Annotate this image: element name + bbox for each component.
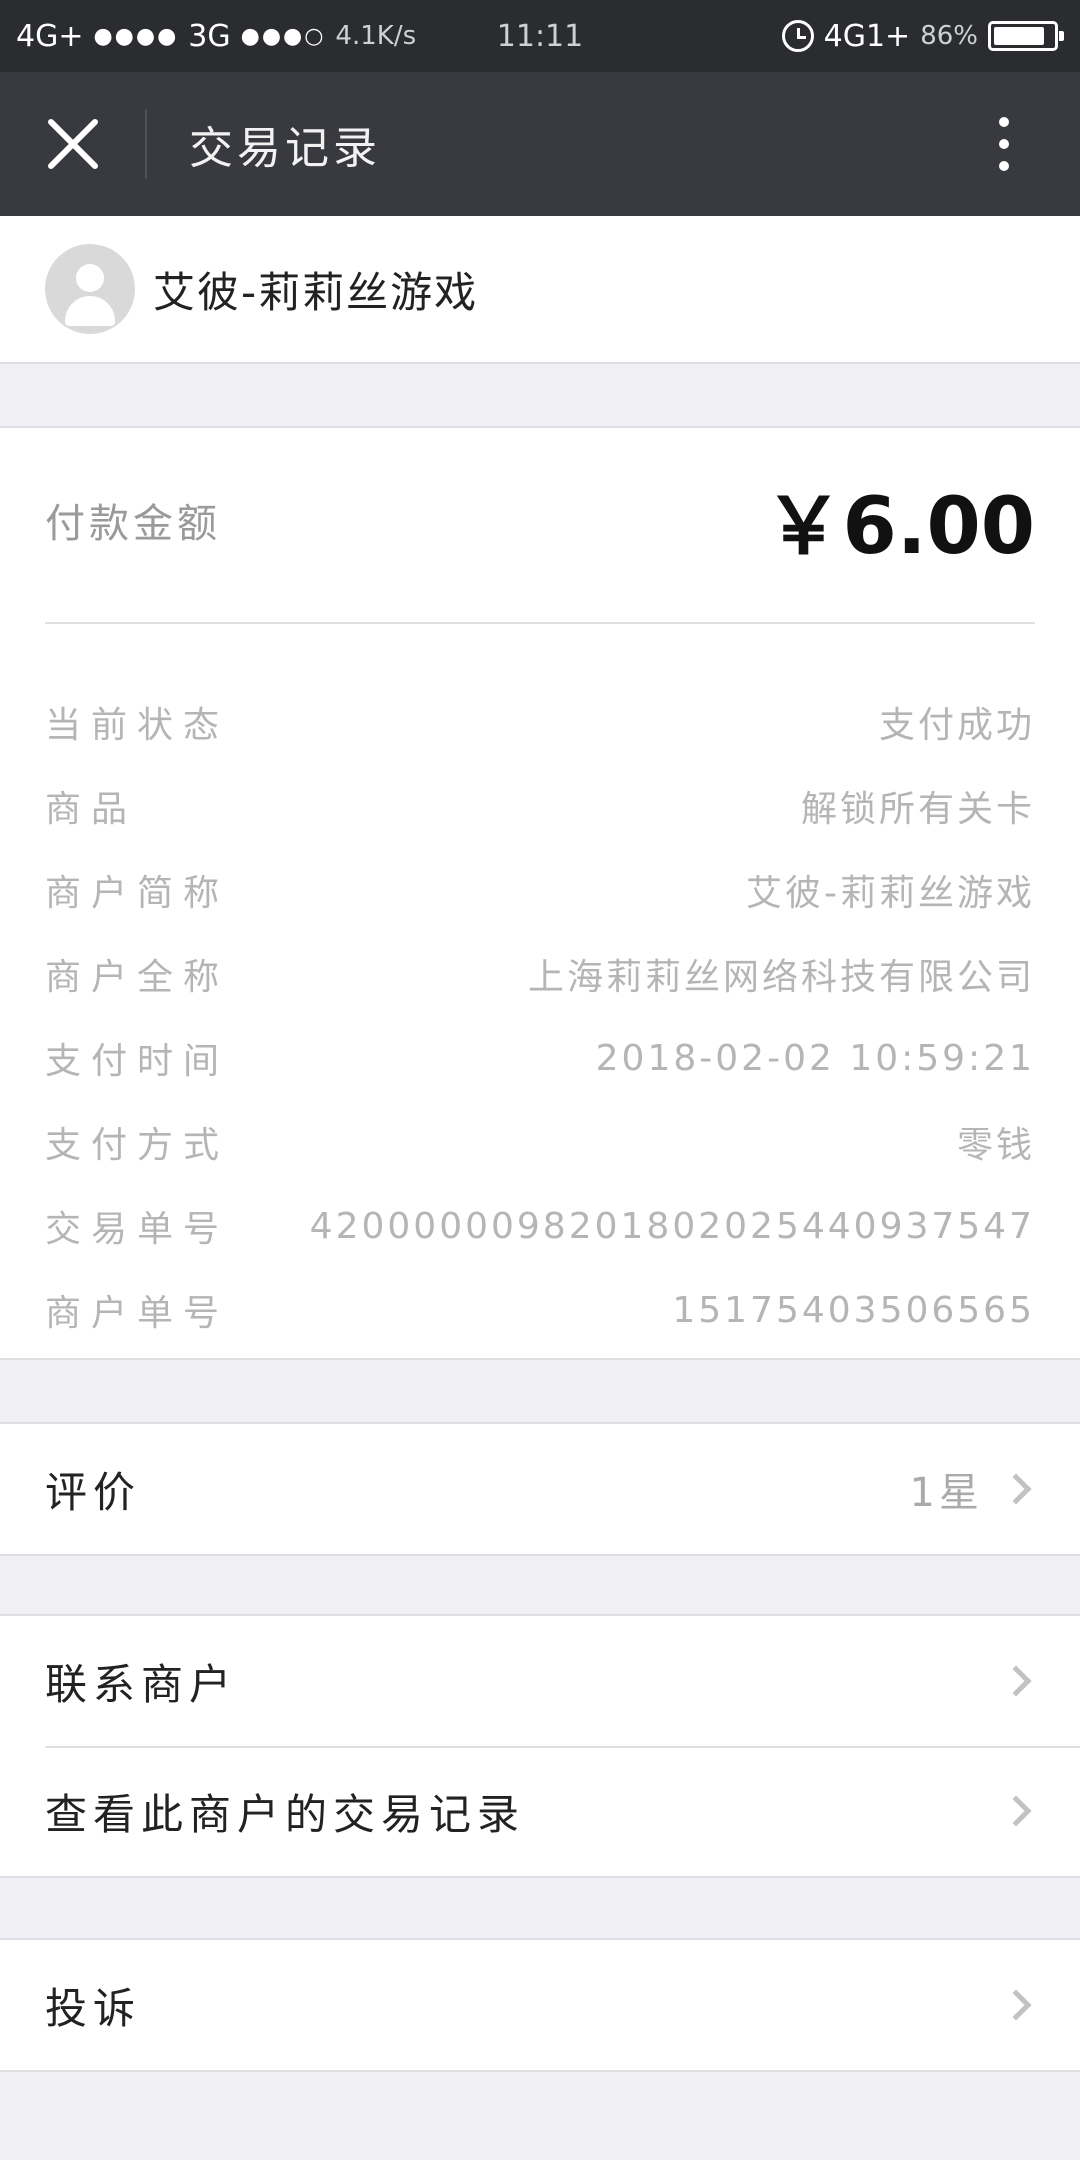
avatar-head <box>76 264 104 292</box>
transaction-detail-card: 付款金额 ￥6.00 当前状态 支付成功 商品 解锁所有关卡 商户简称 艾彼-莉… <box>0 426 1080 1360</box>
rating-value: 1星 <box>909 1470 983 1516</box>
detail-value: 2018-02-02 10:59:21 <box>595 1037 1035 1079</box>
network-type-right: 4G1+ <box>823 18 911 54</box>
detail-value: 艾彼-莉莉丝游戏 <box>746 873 1035 914</box>
detail-label: 支付方式 <box>45 1125 230 1166</box>
rating-label: 评价 <box>45 1467 142 1517</box>
detail-row: 商户简称 艾彼-莉莉丝游戏 <box>45 848 1035 932</box>
signal-strength-mid: ●●●○ <box>240 23 326 49</box>
detail-value: 4200000098201802025440937547 <box>309 1205 1035 1247</box>
detail-label: 商户单号 <box>45 1293 230 1334</box>
amount-value: ￥6.00 <box>764 482 1035 572</box>
detail-row: 商户全称 上海莉莉丝网络科技有限公司 <box>45 932 1035 1016</box>
merchant-history-label: 查看此商户的交易记录 <box>45 1789 526 1839</box>
avatar-body <box>65 296 115 326</box>
more-dot <box>999 161 1009 171</box>
detail-label: 商户全称 <box>45 957 230 998</box>
detail-list: 当前状态 支付成功 商品 解锁所有关卡 商户简称 艾彼-莉莉丝游戏 商户全称 上… <box>45 680 1035 1352</box>
status-left: 4G+ ●●●● 3G ●●●○ 4.1K/s <box>16 19 416 54</box>
status-right: 4G1+ 86% <box>781 18 1064 54</box>
avatar <box>45 244 135 334</box>
complaint-group: 投诉 <box>0 1938 1080 2072</box>
chevron-right-icon <box>1000 1989 1032 2021</box>
detail-value: 15175403506565 <box>672 1289 1035 1331</box>
detail-label: 商品 <box>45 789 138 830</box>
detail-row: 商户单号 15175403506565 <box>45 1268 1035 1352</box>
network-type-left: 4G+ <box>16 18 84 54</box>
close-icon <box>47 119 98 169</box>
detail-label: 交易单号 <box>45 1209 230 1250</box>
merchant-history-cell[interactable]: 查看此商户的交易记录 <box>0 1746 1080 1876</box>
close-button[interactable] <box>0 72 145 216</box>
detail-label: 当前状态 <box>45 705 230 746</box>
more-options-button[interactable] <box>968 108 1040 180</box>
chevron-right-icon <box>1000 1795 1032 1827</box>
amount-label: 付款金额 <box>45 501 221 547</box>
detail-label: 支付时间 <box>45 1041 230 1082</box>
rating-cell[interactable]: 评价 1星 <box>0 1424 1080 1554</box>
detail-row: 支付方式 零钱 <box>45 1100 1035 1184</box>
alarm-icon <box>781 20 814 52</box>
detail-row: 交易单号 4200000098201802025440937547 <box>45 1184 1035 1268</box>
complaint-cell[interactable]: 投诉 <box>0 1940 1080 2070</box>
detail-value: 零钱 <box>956 1125 1035 1166</box>
detail-row: 支付时间 2018-02-02 10:59:21 <box>45 1016 1035 1100</box>
complaint-label: 投诉 <box>45 1983 142 2033</box>
detail-value: 上海莉莉丝网络科技有限公司 <box>527 957 1035 998</box>
detail-row: 商品 解锁所有关卡 <box>45 764 1035 848</box>
contact-merchant-label: 联系商户 <box>45 1659 238 1709</box>
merchant-actions-group: 联系商户 查看此商户的交易记录 <box>0 1614 1080 1878</box>
detail-value: 支付成功 <box>878 705 1035 746</box>
more-dot <box>999 139 1009 149</box>
top-nav-bar: 交易记录 <box>0 72 1080 216</box>
contact-merchant-cell[interactable]: 联系商户 <box>0 1616 1080 1746</box>
merchant-name: 艾彼-莉莉丝游戏 <box>153 267 479 317</box>
header-divider <box>145 109 147 179</box>
network-speed: 4.1K/s <box>335 21 417 51</box>
status-bar: 4G+ ●●●● 3G ●●●○ 4.1K/s 11:11 4G1+ 86% <box>0 0 1080 72</box>
network-type-mid: 3G <box>188 18 231 54</box>
detail-row: 当前状态 支付成功 <box>45 680 1035 764</box>
page-title: 交易记录 <box>189 123 381 174</box>
detail-label: 商户简称 <box>45 873 230 914</box>
rating-right: 1星 <box>910 1460 1035 1518</box>
battery-percent: 86% <box>920 21 978 51</box>
signal-strength-left: ●●●● <box>93 23 179 49</box>
rating-group: 评价 1星 <box>0 1422 1080 1556</box>
merchant-header[interactable]: 艾彼-莉莉丝游戏 <box>0 216 1080 364</box>
detail-value: 解锁所有关卡 <box>800 789 1035 830</box>
battery-icon <box>988 21 1064 51</box>
chevron-right-icon <box>1000 1473 1032 1505</box>
chevron-right-icon <box>1000 1665 1032 1697</box>
amount-row: 付款金额 ￥6.00 <box>45 428 1035 624</box>
battery-fill <box>994 27 1044 45</box>
more-vertical-icon <box>999 117 1009 127</box>
